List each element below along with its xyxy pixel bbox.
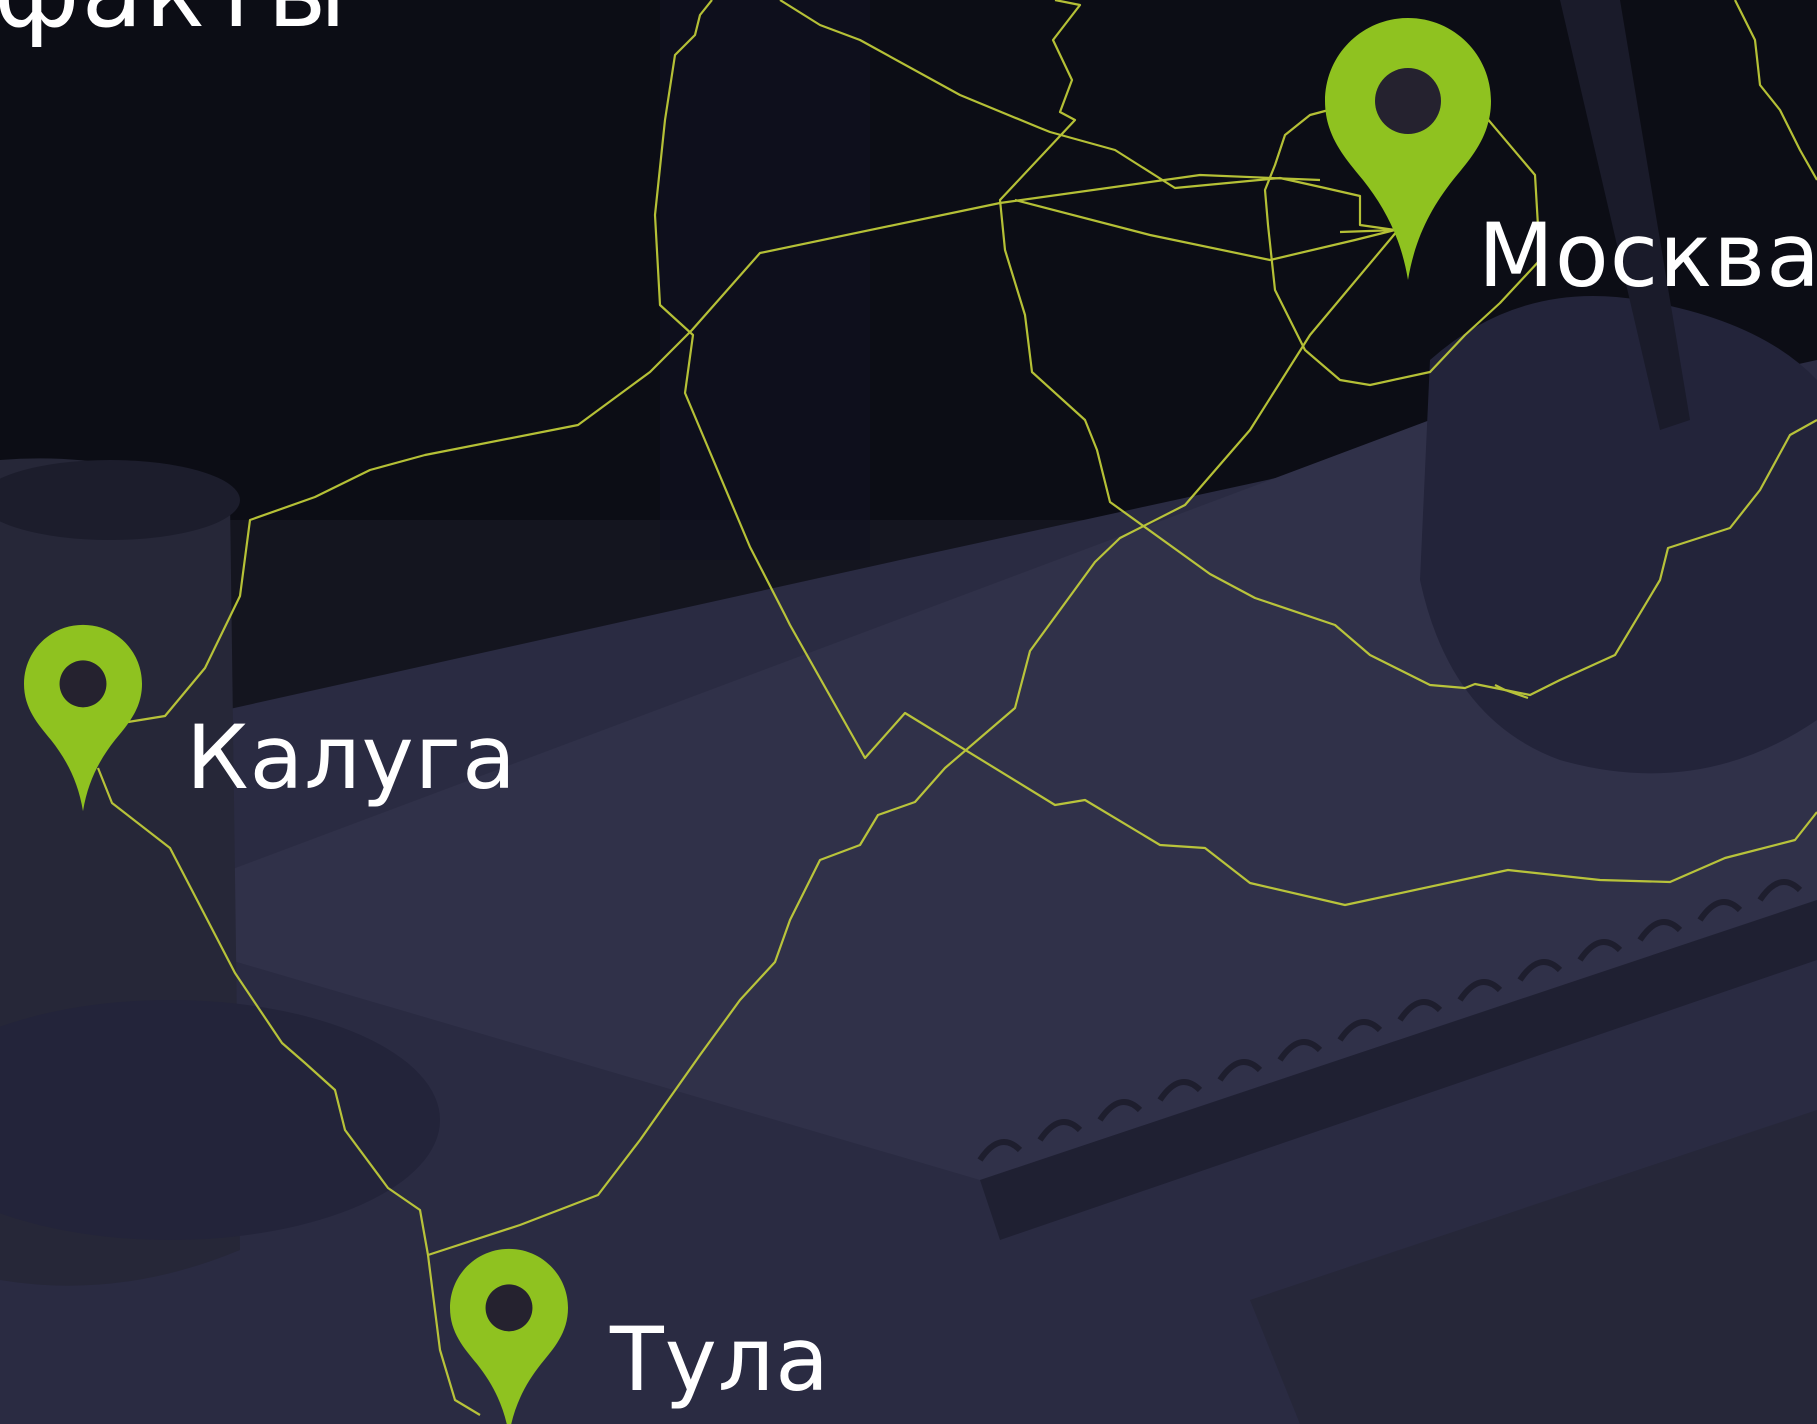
page-heading: факты xyxy=(0,0,348,42)
map-pin-icon[interactable] xyxy=(450,1248,568,1424)
city-label-tula: Тула xyxy=(610,1308,831,1411)
route-east xyxy=(1734,0,1817,181)
route-mid xyxy=(653,0,1817,907)
route-tula-moscow xyxy=(427,228,1400,1257)
route-kaluga-moscow xyxy=(127,173,1321,724)
route-east-2 xyxy=(1494,419,1817,697)
map-pin-icon[interactable] xyxy=(1325,18,1491,280)
map-pin-icon[interactable] xyxy=(24,624,142,812)
city-label-kaluga: Калуга xyxy=(186,706,517,809)
route-top xyxy=(779,0,1397,262)
route-kaluga-tula xyxy=(96,767,481,1416)
map-slide: факты Москва Калуга Тула xyxy=(0,0,1817,1424)
city-label-moscow: Москва xyxy=(1478,204,1817,307)
